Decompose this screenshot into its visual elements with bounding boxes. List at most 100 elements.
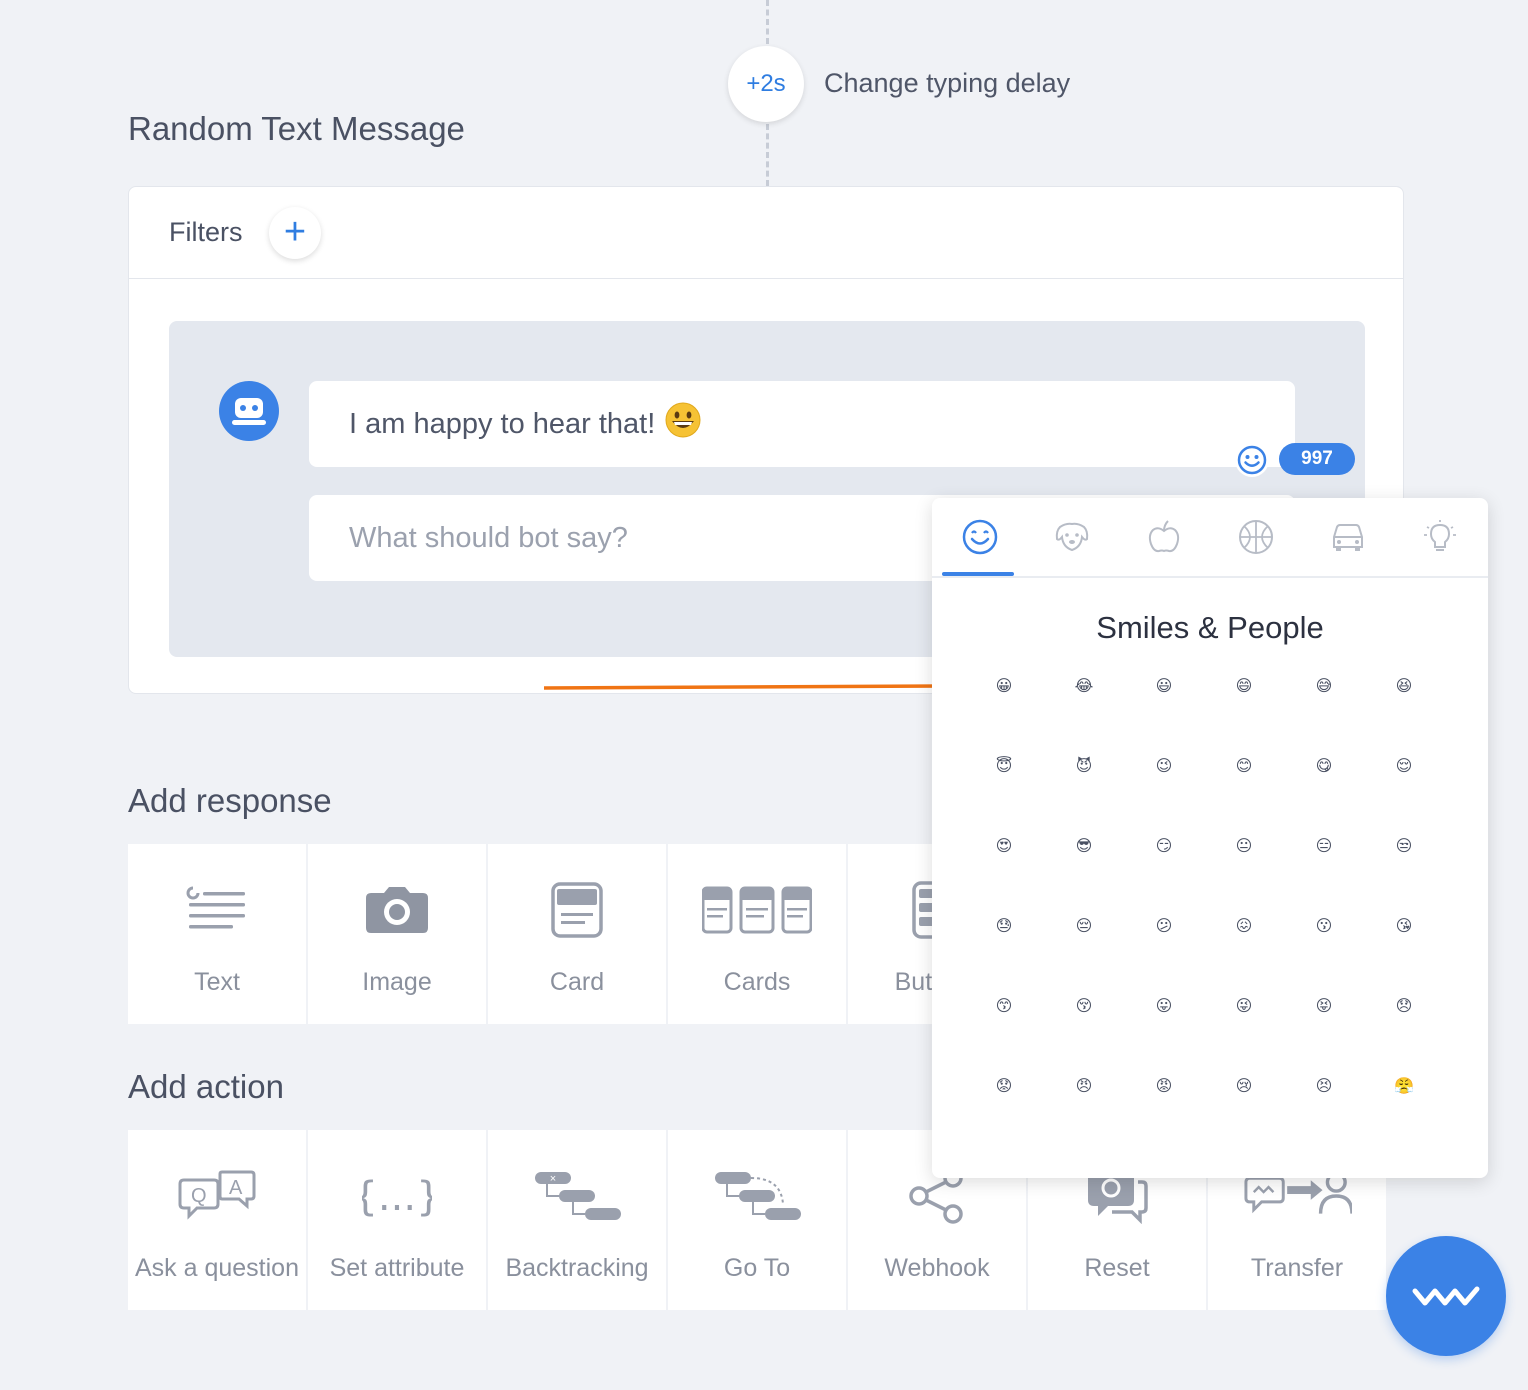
card-icon bbox=[522, 878, 632, 942]
active-tab-indicator bbox=[942, 572, 1014, 576]
add-filter-button[interactable]: + bbox=[269, 207, 321, 259]
emoji-option[interactable]: 😃 bbox=[1124, 646, 1204, 726]
emoji-option[interactable]: 😆 bbox=[1364, 646, 1444, 726]
ball-icon[interactable] bbox=[1226, 514, 1286, 560]
add-cards-button[interactable]: Cards bbox=[668, 844, 846, 1024]
emoji-option[interactable]: 😔 bbox=[1044, 886, 1124, 966]
emoji-option[interactable]: 😣 bbox=[1284, 1046, 1364, 1126]
emoji-option[interactable]: 😈 bbox=[1044, 726, 1124, 806]
block-title: Random Text Message bbox=[128, 110, 465, 147]
bulb-icon[interactable] bbox=[1410, 514, 1470, 560]
emoji-grid: 😀😂😃😄😅😆 😇😈😉😊😋😌 😍😎😏😐😑😒 😓😔😕😖😗😘 😙😚😛😜😝😞 😟😠😡😢😣😤 😥😦😧😨… bbox=[964, 646, 1444, 1152]
ask-question-button[interactable]: QA Ask a question bbox=[128, 1130, 306, 1310]
backtracking-label: Backtracking bbox=[505, 1254, 649, 1282]
flow-connector-bottom bbox=[766, 124, 769, 186]
emoji-option[interactable]: 😐 bbox=[1204, 806, 1284, 886]
emoji-option[interactable]: 😖 bbox=[1204, 886, 1284, 966]
emoji-option[interactable]: 😓 bbox=[964, 886, 1044, 966]
emoji-option[interactable]: 😦 bbox=[1044, 1126, 1124, 1152]
chat-widget-button[interactable] bbox=[1386, 1236, 1506, 1356]
braces-icon: {...} bbox=[342, 1164, 452, 1228]
emoji-option[interactable]: 😟 bbox=[964, 1046, 1044, 1126]
goto-button[interactable]: Go To bbox=[668, 1130, 846, 1310]
add-text-label: Text bbox=[194, 968, 240, 996]
wave-icon bbox=[1412, 1286, 1480, 1306]
reset-label: Reset bbox=[1084, 1254, 1150, 1282]
add-response-row: Text Image Card Cards Buttons bbox=[128, 844, 1028, 1024]
webhook-label: Webhook bbox=[884, 1254, 990, 1282]
emoji-option[interactable]: 😘 bbox=[1364, 886, 1444, 966]
apple-icon[interactable] bbox=[1134, 514, 1194, 560]
emoji-option[interactable]: 😎 bbox=[1044, 806, 1124, 886]
add-action-title: Add action bbox=[128, 1068, 284, 1105]
emoji-option[interactable]: 😚 bbox=[1044, 966, 1124, 1046]
bot-avatar-icon bbox=[219, 381, 279, 441]
new-message-placeholder: What should bot say? bbox=[349, 521, 628, 554]
emoji-option[interactable]: 😒 bbox=[1364, 806, 1444, 886]
emoji-category-tabs bbox=[932, 498, 1488, 578]
orange-arrow-annotation bbox=[544, 674, 972, 700]
emoji-option[interactable]: 😨 bbox=[1204, 1126, 1284, 1152]
flow-connector-top bbox=[766, 0, 769, 44]
goto-icon bbox=[702, 1164, 812, 1228]
set-attribute-button[interactable]: {...} Set attribute bbox=[308, 1130, 486, 1310]
emoji-option[interactable]: 😪 bbox=[1364, 1126, 1444, 1152]
add-image-button[interactable]: Image bbox=[308, 844, 486, 1024]
emoji-option[interactable]: 😝 bbox=[1284, 966, 1364, 1046]
emoji-option[interactable]: 😢 bbox=[1204, 1046, 1284, 1126]
add-image-label: Image bbox=[362, 968, 432, 996]
message-text: I am happy to hear that! bbox=[349, 407, 656, 440]
emoji-option[interactable]: 😡 bbox=[1124, 1046, 1204, 1126]
emoji-option[interactable]: 😛 bbox=[1124, 966, 1204, 1046]
emoji-option[interactable]: 😗 bbox=[1284, 886, 1364, 966]
typing-delay-label[interactable]: Change typing delay bbox=[824, 68, 1070, 99]
emoji-option[interactable]: 😥 bbox=[964, 1126, 1044, 1152]
emoji-option[interactable]: 😊 bbox=[1204, 726, 1284, 806]
svg-text:{...}: {...} bbox=[362, 1174, 432, 1220]
add-card-button[interactable]: Card bbox=[488, 844, 666, 1024]
emoji-option[interactable]: 😜 bbox=[1204, 966, 1284, 1046]
add-card-label: Card bbox=[549, 968, 605, 996]
dog-icon[interactable] bbox=[1042, 514, 1102, 560]
emoji-option[interactable]: 😀 bbox=[964, 646, 1044, 726]
emoji-option[interactable]: 😧 bbox=[1124, 1126, 1204, 1152]
emoji-option[interactable]: 😏 bbox=[1124, 806, 1204, 886]
add-cards-label: Cards bbox=[723, 968, 791, 996]
svg-text:×: × bbox=[550, 1173, 556, 1185]
grinning-emoji-icon bbox=[665, 402, 701, 446]
svg-text:Q: Q bbox=[191, 1185, 207, 1207]
emoji-option[interactable]: 😉 bbox=[1124, 726, 1204, 806]
emoji-category-title: Smiles & People bbox=[1096, 610, 1324, 645]
set-attribute-label: Set attribute bbox=[329, 1254, 465, 1282]
add-text-button[interactable]: Text bbox=[128, 844, 306, 1024]
camera-icon bbox=[342, 878, 452, 942]
car-icon[interactable] bbox=[1318, 514, 1378, 560]
svg-text:A: A bbox=[229, 1177, 243, 1199]
emoji-option[interactable]: 😤 bbox=[1364, 1046, 1444, 1126]
emoji-option[interactable]: 😩 bbox=[1284, 1126, 1364, 1152]
emoji-option[interactable]: 😌 bbox=[1364, 726, 1444, 806]
filters-label: Filters bbox=[169, 217, 243, 247]
emoji-option[interactable]: 😞 bbox=[1364, 966, 1444, 1046]
emoji-picker-toggle-icon[interactable] bbox=[1235, 443, 1269, 477]
emoji-picker-popup: Smiles & People 😀 😂 😃 😄 😅 😆 😇 😈 😉 😊 😋 😌 😍 😎 😏 😐 😑 😒 😓 😔 😕 😖 😗 😘… bbox=[932, 498, 1488, 1178]
message-text-field[interactable]: I am happy to hear that! bbox=[309, 381, 1295, 467]
text-lines-icon bbox=[162, 878, 272, 942]
emoji-option[interactable]: 😇 bbox=[964, 726, 1044, 806]
smiley-icon[interactable] bbox=[950, 514, 1010, 560]
filters-row: Filters + bbox=[129, 187, 1403, 279]
emoji-option[interactable]: 😅 bbox=[1284, 646, 1364, 726]
typing-delay-button[interactable]: +2s bbox=[728, 46, 804, 122]
emoji-option[interactable]: 😙 bbox=[964, 966, 1044, 1046]
emoji-option[interactable]: 😋 bbox=[1284, 726, 1364, 806]
backtracking-button[interactable]: × Backtracking bbox=[488, 1130, 666, 1310]
emoji-option[interactable]: 😑 bbox=[1284, 806, 1364, 886]
add-response-title: Add response bbox=[128, 782, 332, 819]
backtracking-icon: × bbox=[522, 1164, 632, 1228]
emoji-option[interactable]: 😕 bbox=[1124, 886, 1204, 966]
emoji-option[interactable]: 😍 bbox=[964, 806, 1044, 886]
emoji-option[interactable]: 😂 bbox=[1044, 646, 1124, 726]
emoji-option[interactable]: 😄 bbox=[1204, 646, 1284, 726]
goto-label: Go To bbox=[723, 1254, 791, 1282]
emoji-option[interactable]: 😠 bbox=[1044, 1046, 1124, 1126]
